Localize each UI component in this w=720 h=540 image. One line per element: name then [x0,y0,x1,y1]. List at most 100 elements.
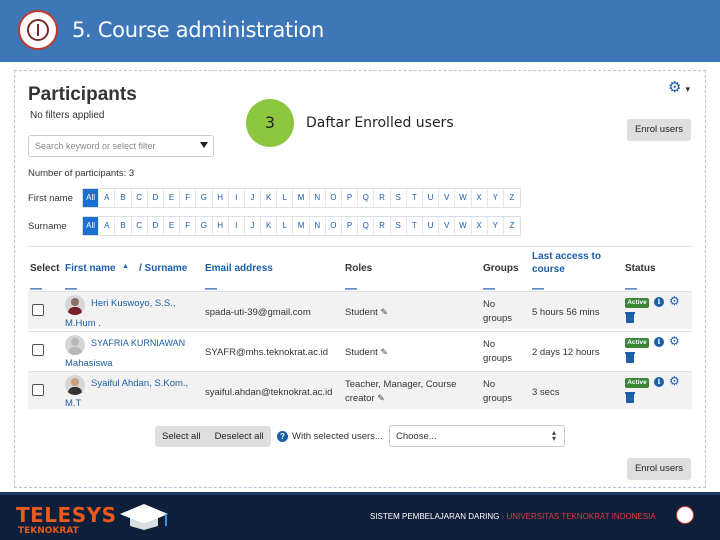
column-last-access[interactable]: Last access to course [532,250,612,276]
edit-pencil-icon[interactable]: ✎ [377,393,385,403]
letter-filter-b[interactable]: B [115,217,132,235]
letter-filter-q[interactable]: Q [358,217,375,235]
first-name-letter-bar: All A B C D E F G H I J K L M N O P Q R S T U V W X Y Z [82,188,522,208]
letter-filter-g[interactable]: G [196,217,213,235]
letter-filter-y[interactable]: Y [488,189,504,207]
letter-filter-i[interactable]: I [229,189,245,207]
search-filter-input[interactable]: Search keyword or select filter [28,135,214,157]
info-icon[interactable]: i [654,337,664,347]
letter-filter-c[interactable]: C [132,217,148,235]
participant-name-cont[interactable]: Mahasiswa [65,357,113,370]
letter-filter-e[interactable]: E [164,217,181,235]
letter-filter-q[interactable]: Q [358,189,375,207]
participant-name-cont[interactable]: M.Hum . [65,317,101,330]
participant-name[interactable]: Heri Kuswoyo, S.S., [91,297,175,310]
letter-filter-s[interactable]: S [391,217,407,235]
letter-filter-p[interactable]: P [342,217,359,235]
letter-filter-j[interactable]: J [245,189,262,207]
letter-filter-r[interactable]: R [374,217,391,235]
letter-filter-z[interactable]: Z [504,189,520,207]
trash-icon[interactable] [626,394,634,403]
letter-filter-o[interactable]: O [326,189,342,207]
letter-filter-k[interactable]: K [261,217,278,235]
trash-icon[interactable] [626,354,634,363]
gear-menu-icon[interactable]: ⚙ ▾ [668,78,690,96]
letter-filter-n[interactable]: N [310,189,326,207]
letter-filter-i[interactable]: I [229,217,245,235]
letter-filter-d[interactable]: D [148,189,164,207]
letter-filter-u[interactable]: U [423,189,440,207]
letter-filter-y[interactable]: Y [488,217,504,235]
letter-filter-c[interactable]: C [132,189,148,207]
letter-filter-x[interactable]: X [472,189,488,207]
letter-filter-f[interactable]: F [180,217,197,235]
letter-filter-o[interactable]: O [326,217,342,235]
enrol-users-button[interactable]: Enrol users [627,119,691,141]
role-label: Student [345,307,378,318]
column-first-name[interactable]: First name [65,263,116,274]
letter-filter-n[interactable]: N [310,217,326,235]
roles-cell: Teacher, Manager, Course [345,379,457,390]
column-surname[interactable]: / Surname [139,263,187,274]
bulk-action-select[interactable]: Choose... ▴ ▾ [389,425,565,447]
letter-filter-z[interactable]: Z [504,217,520,235]
letter-filter-h[interactable]: H [213,189,229,207]
gear-icon[interactable]: ⚙ [669,294,680,308]
participant-count: Number of participants: 3 [28,168,135,179]
letter-filter-s[interactable]: S [391,189,407,207]
letter-filter-a[interactable]: A [99,189,116,207]
letter-filter-a[interactable]: A [99,217,116,235]
last-access-cell: 5 hours 56 mins [532,307,600,318]
letter-filter-t[interactable]: T [407,217,423,235]
letter-filter-t[interactable]: T [407,189,423,207]
letter-filter-u[interactable]: U [423,217,440,235]
participant-name[interactable]: SYAFRIA KURNIAWAN [91,337,185,350]
trash-icon[interactable] [626,314,634,323]
letter-filter-all[interactable]: All [83,217,100,235]
letter-filter-d[interactable]: D [148,217,164,235]
letter-filter-v[interactable]: V [439,189,456,207]
letter-filter-k[interactable]: K [261,189,278,207]
letter-filter-l[interactable]: L [277,189,294,207]
letter-filter-m[interactable]: M [293,189,310,207]
participant-name-cont[interactable]: M.T [65,397,81,410]
letter-filter-p[interactable]: P [342,189,359,207]
letter-filter-m[interactable]: M [293,217,310,235]
groups-cell: No [483,339,496,350]
info-icon[interactable]: i [654,297,664,307]
letter-filter-b[interactable]: B [115,189,132,207]
sort-asc-icon[interactable]: ▲ [122,263,129,270]
help-icon[interactable]: ? [277,431,288,442]
footer-caption: SISTEM PEMBELAJARAN DARING - UNIVERSITAS… [370,512,656,521]
letter-filter-l[interactable]: L [277,217,294,235]
row-checkbox[interactable] [32,384,44,396]
letter-filter-f[interactable]: F [180,189,197,207]
column-email[interactable]: Email address [205,263,273,274]
table-row: SYAFRIA KURNIAWAN Mahasiswa SYAFR@mhs.te… [28,331,692,369]
row-checkbox[interactable] [32,304,44,316]
info-icon[interactable]: i [654,377,664,387]
letter-filter-j[interactable]: J [245,217,262,235]
gear-icon[interactable]: ⚙ [669,374,680,388]
participant-name[interactable]: Syaiful Ahdan, S.Kom., [91,377,188,390]
letter-filter-h[interactable]: H [213,217,229,235]
letter-filter-all[interactable]: All [83,189,100,207]
letter-filter-r[interactable]: R [374,189,391,207]
letter-filter-x[interactable]: X [472,217,488,235]
enrol-users-button-bottom[interactable]: Enrol users [627,458,691,480]
first-name-filter-label: First name [28,192,73,204]
university-logo [18,10,58,50]
edit-pencil-icon[interactable]: ✎ [380,307,388,317]
email-cell: syaiful.ahdan@teknokrat.ac.id [205,387,333,398]
row-checkbox[interactable] [32,344,44,356]
edit-pencil-icon[interactable]: ✎ [380,347,388,357]
deselect-all-button[interactable]: Deselect all [208,426,271,447]
letter-filter-g[interactable]: G [196,189,213,207]
letter-filter-v[interactable]: V [439,217,456,235]
gear-icon[interactable]: ⚙ [669,334,680,348]
letter-filter-e[interactable]: E [164,189,181,207]
roles-cell: Student ✎ [345,306,388,319]
letter-filter-w[interactable]: W [455,189,472,207]
select-all-button[interactable]: Select all [155,426,208,447]
letter-filter-w[interactable]: W [455,217,472,235]
